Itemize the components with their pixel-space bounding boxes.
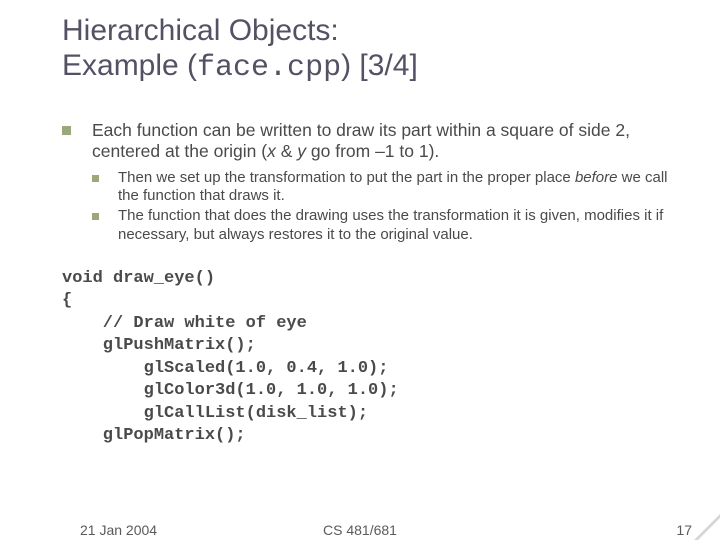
footer-course: CS 481/681	[0, 522, 720, 538]
code-line: glPushMatrix();	[62, 336, 256, 355]
bullet-icon	[92, 169, 118, 206]
code-line: void draw_eye()	[62, 269, 215, 288]
code-line: glCallList(disk_list);	[62, 404, 368, 423]
bullet-icon	[92, 207, 118, 244]
sub-bullets: Then we set up the transformation to put…	[92, 169, 680, 244]
bullet-level1-text: Each function can be written to draw its…	[92, 120, 680, 163]
code-block: void draw_eye() { // Draw white of eye g…	[62, 268, 680, 448]
title-line1: Hierarchical Objects:	[62, 14, 339, 47]
code-line: glScaled(1.0, 0.4, 1.0);	[62, 359, 388, 378]
bullet-level1: Each function can be written to draw its…	[62, 120, 680, 163]
bullet-level2: Then we set up the transformation to put…	[92, 169, 680, 206]
bullet-level2-text: The function that does the drawing uses …	[118, 207, 680, 244]
bullet-level2: The function that does the drawing uses …	[92, 207, 680, 244]
code-line: glColor3d(1.0, 1.0, 1.0);	[62, 381, 399, 400]
code-line: glPopMatrix();	[62, 426, 246, 445]
page-curl-icon	[694, 514, 720, 540]
bullet-icon	[62, 120, 92, 163]
bullet-level2-text: Then we set up the transformation to put…	[118, 169, 680, 206]
code-line: // Draw white of eye	[62, 314, 307, 333]
title-line2-post: ) [3/4]	[341, 49, 418, 82]
slide: Hierarchical Objects: Example (face.cpp)…	[0, 0, 720, 540]
title-code: face.cpp	[197, 51, 341, 85]
footer-page: 17	[676, 522, 692, 538]
code-line: {	[62, 291, 72, 310]
slide-body: Each function can be written to draw its…	[62, 120, 680, 447]
title-line2-pre: Example (	[62, 49, 197, 82]
slide-title: Hierarchical Objects: Example (face.cpp)…	[62, 14, 418, 85]
